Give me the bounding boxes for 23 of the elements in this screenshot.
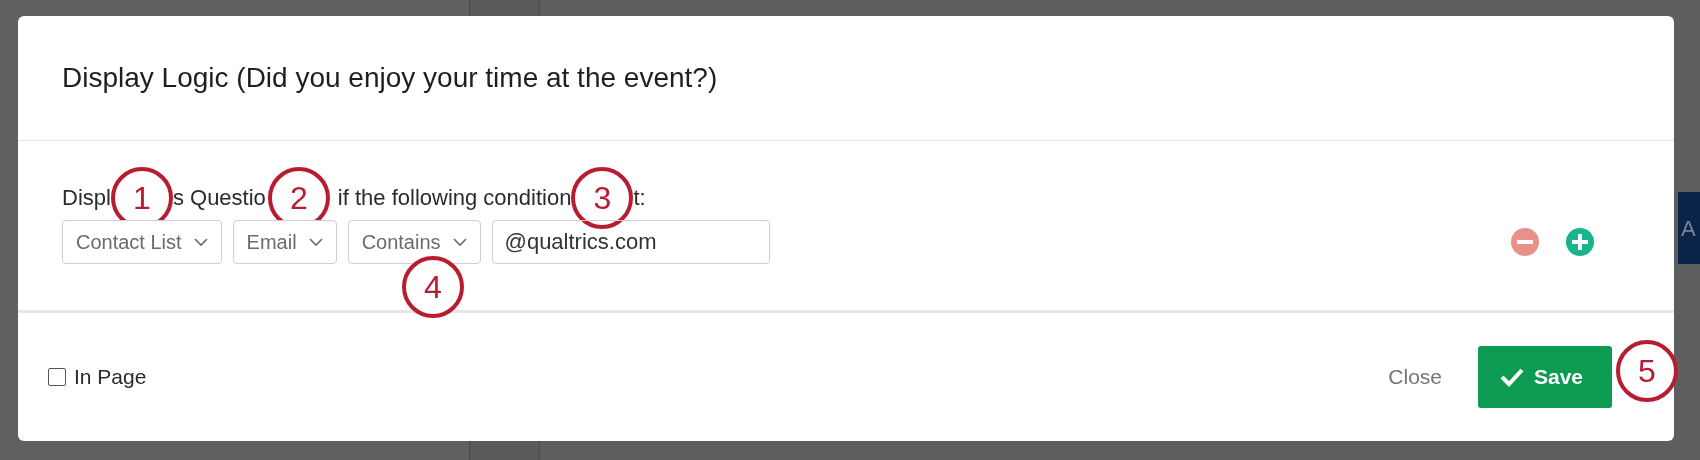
condition-value-field[interactable]: @qualtrics.com: [491, 220, 770, 264]
condition-dropdown[interactable]: Contains: [347, 220, 481, 264]
in-page-checkbox[interactable]: [48, 368, 66, 386]
close-button[interactable]: Close: [1388, 361, 1442, 393]
callout-marker: 5: [1616, 340, 1678, 402]
chevron-icon: [452, 237, 467, 247]
save-button[interactable]: Save: [1478, 346, 1612, 408]
condition-text: s Questio: [172, 184, 266, 212]
condition-dropdown[interactable]: Contact List: [62, 220, 222, 264]
callout-marker: 4: [402, 256, 464, 318]
chevron-icon: [193, 237, 208, 247]
remove-icon[interactable]: [1511, 228, 1539, 256]
checkmark-icon: [1500, 367, 1524, 387]
condition-dropdown[interactable]: Email: [232, 220, 337, 264]
condition-text: if the following condition: [336, 184, 572, 212]
callout-marker: 3: [571, 166, 634, 229]
dialog-title: Display Logic (Did you enjoy your time at the event?): [62, 61, 718, 95]
condition-text: t:: [633, 184, 646, 212]
condition-text: Displ: [62, 184, 111, 212]
add-icon[interactable]: [1566, 228, 1594, 256]
add-button[interactable]: A: [1678, 192, 1700, 264]
in-page-label: In Page: [74, 364, 147, 391]
chevron-icon: [308, 237, 323, 247]
